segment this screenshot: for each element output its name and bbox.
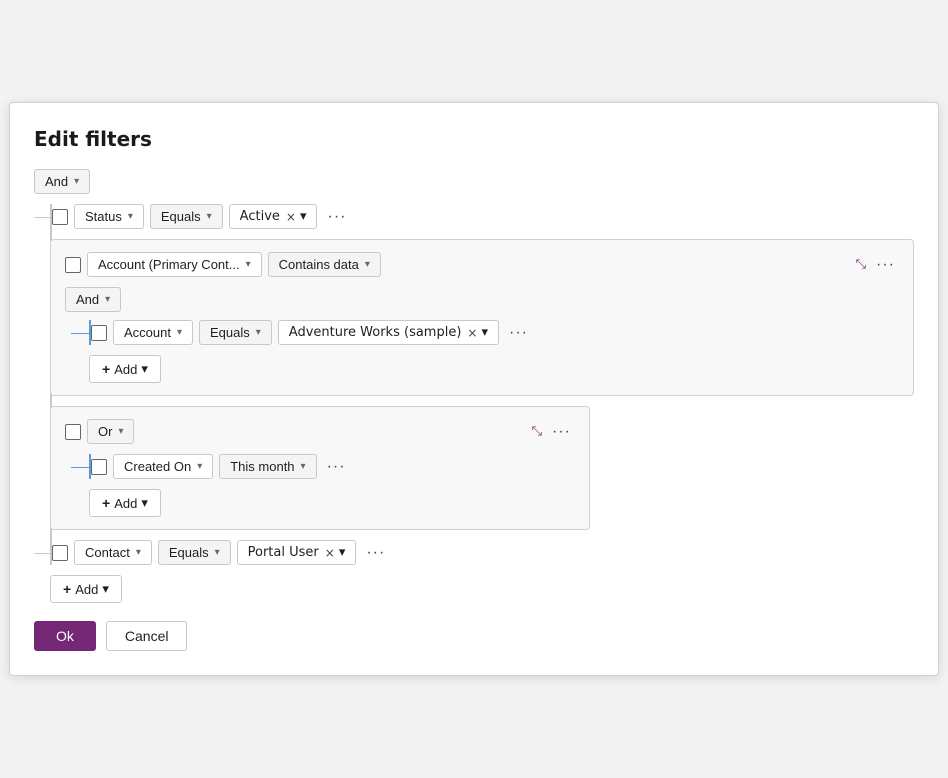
bottom-add-row: + Add ▾: [50, 575, 914, 603]
edit-filters-modal: Edit filters And ▾ Status ▾ Equals ▾: [9, 102, 939, 676]
group1-add-plus: +: [102, 361, 110, 377]
filter-list: Status ▾ Equals ▾ Active × ▾ ···: [34, 204, 914, 603]
group1-sub-value-tag[interactable]: Adventure Works (sample) × ▾: [278, 320, 499, 345]
contact-operator-dropdown[interactable]: Equals ▾: [158, 540, 231, 565]
group1-and-chevron: ▾: [105, 294, 110, 305]
group2-add-button[interactable]: + Add ▾: [89, 489, 161, 517]
group1-sub-indent: Account ▾ Equals ▾ Adventure Works (samp…: [89, 320, 899, 345]
status-value-tag[interactable]: Active × ▾: [229, 204, 318, 229]
status-operator-chevron: ▾: [207, 211, 212, 222]
group1-sub-value-close[interactable]: ×: [467, 326, 477, 340]
group2-more-button[interactable]: ···: [548, 421, 575, 443]
group1-collapse-icon[interactable]: ⤡: [856, 257, 866, 272]
group2-header: Or ▾ ⤡ ···: [65, 419, 575, 444]
group1-header-right: ⤡ ···: [856, 254, 899, 276]
bottom-add-button[interactable]: + Add ▾: [50, 575, 122, 603]
group1-operator-chevron: ▾: [365, 259, 370, 270]
top-operator-row: And ▾: [34, 169, 914, 194]
group1-sub-row-account: Account ▾ Equals ▾ Adventure Works (samp…: [91, 320, 899, 345]
group2-header-left: Or ▾: [65, 419, 134, 444]
status-value-close[interactable]: ×: [286, 210, 296, 224]
status-field-chevron: ▾: [128, 211, 133, 222]
group-or: Or ▾ ⤡ ··· Created On ▾: [50, 406, 590, 530]
group2-sub-field-dropdown[interactable]: Created On ▾: [113, 454, 213, 479]
bottom-add-chevron: ▾: [102, 581, 109, 597]
bottom-actions: Ok Cancel: [34, 621, 914, 651]
group2-add-plus: +: [102, 495, 110, 511]
contact-value-chevron: ▾: [339, 545, 346, 560]
group2-sub-field-chevron: ▾: [197, 461, 202, 472]
status-value-chevron: ▾: [300, 209, 307, 224]
contact-field-dropdown[interactable]: Contact ▾: [74, 540, 152, 565]
group2-or-chevron: ▾: [118, 426, 123, 437]
contact-value-close[interactable]: ×: [325, 546, 335, 560]
ok-button[interactable]: Ok: [34, 621, 96, 651]
group2-checkbox[interactable]: [65, 424, 81, 440]
status-row-checkbox[interactable]: [52, 209, 68, 225]
group1-sub-field-chevron: ▾: [177, 327, 182, 338]
contact-row-checkbox[interactable]: [52, 545, 68, 561]
group1-header: Account (Primary Cont... ▾ Contains data…: [65, 252, 899, 277]
group1-field-dropdown[interactable]: Account (Primary Cont... ▾: [87, 252, 262, 277]
group1-and-operator[interactable]: And ▾: [65, 287, 121, 312]
group-account-primary: Account (Primary Cont... ▾ Contains data…: [50, 239, 914, 396]
group1-checkbox[interactable]: [65, 257, 81, 273]
group2-sub-more-button[interactable]: ···: [323, 456, 350, 478]
top-level-filter-rows: Status ▾ Equals ▾ Active × ▾ ···: [50, 204, 914, 565]
filter-row-contact: Contact ▾ Equals ▾ Portal User × ▾ ···: [52, 540, 914, 565]
group2-sub-checkbox[interactable]: [91, 459, 107, 475]
cancel-button[interactable]: Cancel: [106, 621, 188, 651]
group1-header-left: Account (Primary Cont... ▾ Contains data…: [65, 252, 381, 277]
group1-and-operator-row: And ▾: [65, 287, 899, 312]
group2-sub-indent: Created On ▾ This month ▾ ···: [89, 454, 575, 479]
group1-sub-value-chevron: ▾: [481, 325, 488, 340]
status-field-dropdown[interactable]: Status ▾: [74, 204, 144, 229]
group1-add-row: + Add ▾: [89, 355, 899, 383]
group1-operator-dropdown[interactable]: Contains data ▾: [268, 252, 381, 277]
contact-field-chevron: ▾: [136, 547, 141, 558]
contact-value-tag[interactable]: Portal User × ▾: [237, 540, 357, 565]
group2-add-chevron: ▾: [141, 495, 148, 511]
group2-sub-operator-chevron: ▾: [301, 461, 306, 472]
group1-more-button[interactable]: ···: [872, 254, 899, 276]
filter-row-status: Status ▾ Equals ▾ Active × ▾ ···: [52, 204, 914, 229]
top-and-operator[interactable]: And ▾: [34, 169, 90, 194]
group1-field-chevron: ▾: [246, 259, 251, 270]
status-operator-dropdown[interactable]: Equals ▾: [150, 204, 223, 229]
top-and-chevron: ▾: [74, 176, 79, 187]
group2-header-right: ⤡ ···: [532, 421, 575, 443]
contact-more-button[interactable]: ···: [362, 542, 389, 564]
bottom-add-plus: +: [63, 581, 71, 597]
group1-add-chevron: ▾: [141, 361, 148, 377]
group1-sub-more-button[interactable]: ···: [505, 322, 532, 344]
group2-sub-operator-dropdown[interactable]: This month ▾: [219, 454, 316, 479]
group1-sub-checkbox[interactable]: [91, 325, 107, 341]
group2-or-operator[interactable]: Or ▾: [87, 419, 134, 444]
group1-sub-operator-dropdown[interactable]: Equals ▾: [199, 320, 272, 345]
group2-sub-row-createdon: Created On ▾ This month ▾ ···: [91, 454, 575, 479]
group1-sub-operator-chevron: ▾: [256, 327, 261, 338]
status-more-button[interactable]: ···: [323, 206, 350, 228]
modal-title: Edit filters: [34, 127, 914, 151]
contact-operator-chevron: ▾: [215, 547, 220, 558]
group2-add-row: + Add ▾: [89, 489, 575, 517]
group1-add-button[interactable]: + Add ▾: [89, 355, 161, 383]
group2-collapse-icon[interactable]: ⤡: [532, 424, 542, 439]
group1-sub-field-dropdown[interactable]: Account ▾: [113, 320, 193, 345]
